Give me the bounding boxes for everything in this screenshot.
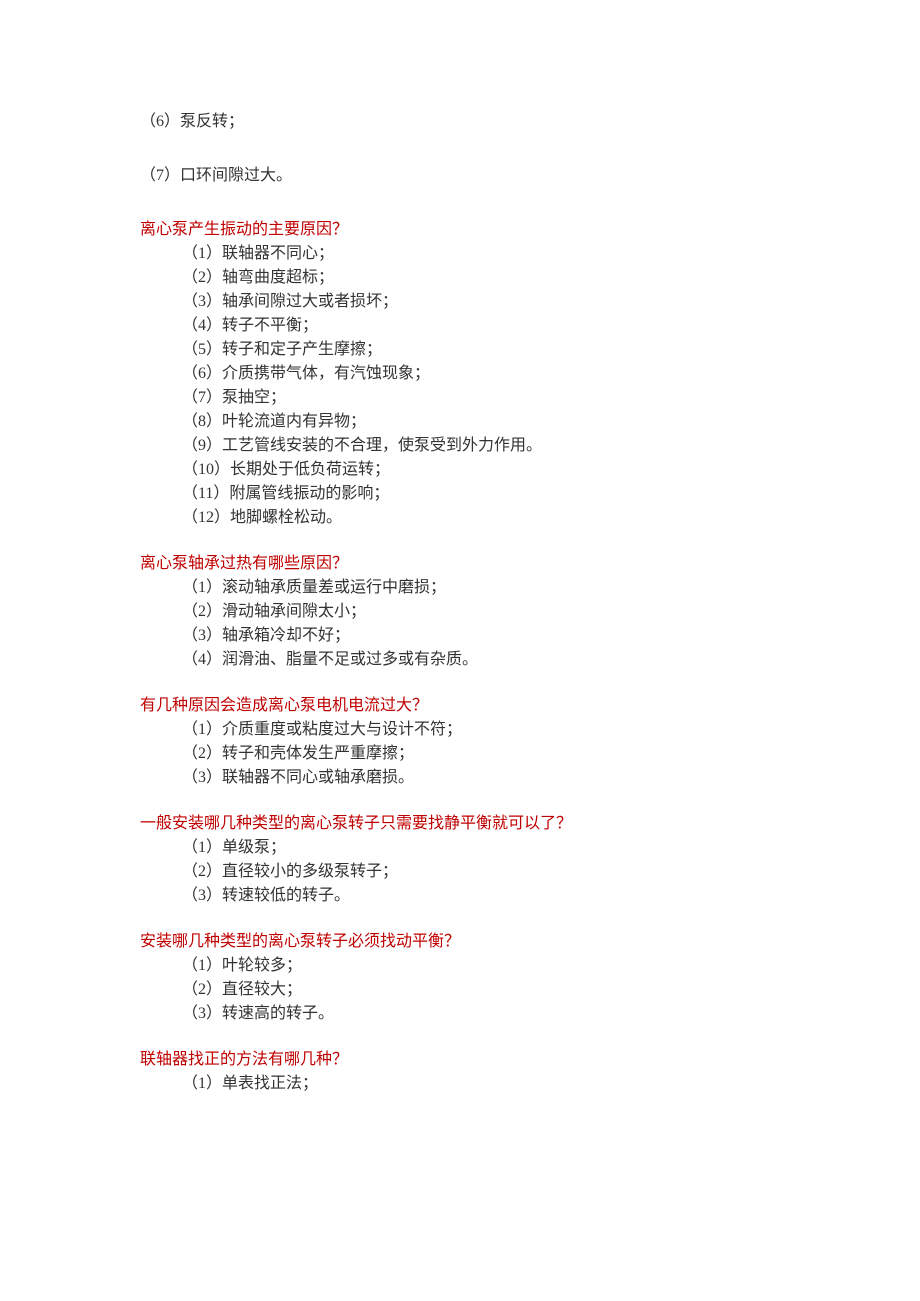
list-item: （3）转速较低的转子。 bbox=[140, 884, 780, 908]
standalone-item: （7）口环间隙过大。 bbox=[140, 164, 780, 188]
list-item: （1）联轴器不同心； bbox=[140, 242, 780, 266]
list-item: （1）单级泵； bbox=[140, 836, 780, 860]
list-item: （1）滚动轴承质量差或运行中磨损； bbox=[140, 576, 780, 600]
list-item: （3）轴承箱冷却不好； bbox=[140, 624, 780, 648]
section-bearing-heat: 离心泵轴承过热有哪些原因？ （1）滚动轴承质量差或运行中磨损； （2）滑动轴承间… bbox=[140, 552, 780, 672]
document-page: （6）泵反转； （7）口环间隙过大。 离心泵产生振动的主要原因？ （1）联轴器不… bbox=[0, 0, 920, 1176]
list-item: （5）转子和定子产生摩擦； bbox=[140, 338, 780, 362]
list-item: （1）单表找正法； bbox=[140, 1072, 780, 1096]
section-heading: 有几种原因会造成离心泵电机电流过大？ bbox=[140, 694, 780, 718]
section-heading: 一般安装哪几种类型的离心泵转子只需要找静平衡就可以了？ bbox=[140, 812, 780, 836]
list-item: （3）转速高的转子。 bbox=[140, 1002, 780, 1026]
section-motor-current: 有几种原因会造成离心泵电机电流过大？ （1）介质重度或粘度过大与设计不符； （2… bbox=[140, 694, 780, 790]
section-heading: 离心泵产生振动的主要原因？ bbox=[140, 218, 780, 242]
list-item: （6）介质携带气体，有汽蚀现象； bbox=[140, 362, 780, 386]
list-item: （12）地脚螺栓松动。 bbox=[140, 506, 780, 530]
list-item: （7）泵抽空； bbox=[140, 386, 780, 410]
list-item: （9）工艺管线安装的不合理，使泵受到外力作用。 bbox=[140, 434, 780, 458]
section-dynamic-balance: 安装哪几种类型的离心泵转子必须找动平衡？ （1）叶轮较多； （2）直径较大； （… bbox=[140, 930, 780, 1026]
section-heading: 安装哪几种类型的离心泵转子必须找动平衡？ bbox=[140, 930, 780, 954]
standalone-item: （6）泵反转； bbox=[140, 110, 780, 134]
list-item: （4）转子不平衡； bbox=[140, 314, 780, 338]
list-item: （3）轴承间隙过大或者损坏； bbox=[140, 290, 780, 314]
list-item: （2）直径较大； bbox=[140, 978, 780, 1002]
list-item: （8）叶轮流道内有异物； bbox=[140, 410, 780, 434]
list-item: （4）润滑油、脂量不足或过多或有杂质。 bbox=[140, 648, 780, 672]
list-item: （10）长期处于低负荷运转； bbox=[140, 458, 780, 482]
list-item: （1）叶轮较多； bbox=[140, 954, 780, 978]
list-item: （2）转子和壳体发生严重摩擦； bbox=[140, 742, 780, 766]
section-vibration: 离心泵产生振动的主要原因？ （1）联轴器不同心； （2）轴弯曲度超标； （3）轴… bbox=[140, 218, 780, 530]
list-item: （2）直径较小的多级泵转子； bbox=[140, 860, 780, 884]
section-coupling-alignment: 联轴器找正的方法有哪几种？ （1）单表找正法； bbox=[140, 1048, 780, 1096]
section-static-balance: 一般安装哪几种类型的离心泵转子只需要找静平衡就可以了？ （1）单级泵； （2）直… bbox=[140, 812, 780, 908]
section-heading: 联轴器找正的方法有哪几种？ bbox=[140, 1048, 780, 1072]
section-heading: 离心泵轴承过热有哪些原因？ bbox=[140, 552, 780, 576]
list-item: （2）轴弯曲度超标； bbox=[140, 266, 780, 290]
list-item: （2）滑动轴承间隙太小； bbox=[140, 600, 780, 624]
list-item: （11）附属管线振动的影响； bbox=[140, 482, 780, 506]
list-item: （3）联轴器不同心或轴承磨损。 bbox=[140, 766, 780, 790]
list-item: （1）介质重度或粘度过大与设计不符； bbox=[140, 718, 780, 742]
